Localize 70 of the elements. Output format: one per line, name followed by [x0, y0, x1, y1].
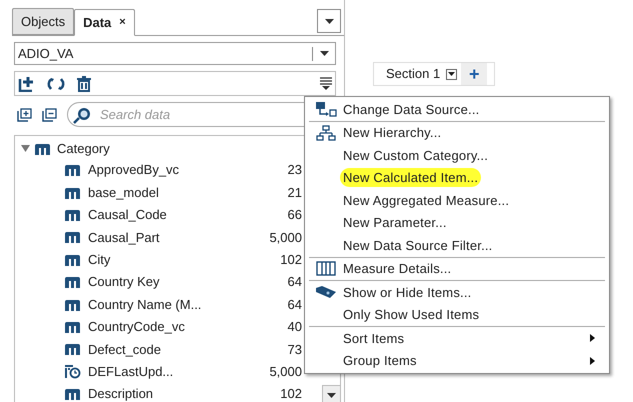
add-item-icon[interactable]	[18, 76, 36, 92]
category-icon	[64, 186, 81, 199]
data-item[interactable]: base_model	[88, 182, 159, 202]
data-source-icon	[315, 101, 337, 118]
menu-item[interactable]: New Custom Category...	[309, 144, 605, 166]
add-section-button[interactable]: +	[461, 63, 488, 85]
data-item[interactable]: City	[88, 250, 110, 270]
data-item[interactable]: Causal_Code	[88, 205, 167, 225]
refresh-icon[interactable]	[46, 76, 66, 90]
submenu-arrow-icon	[590, 356, 595, 365]
caret-down-icon	[320, 51, 328, 56]
category-icon	[64, 320, 81, 333]
category-icon	[64, 276, 81, 288]
item-count: 102	[279, 385, 302, 402]
menu-icon[interactable]	[320, 77, 332, 90]
tab[interactable]: Objects	[12, 8, 74, 35]
menu-item[interactable]: New Aggregated Measure...	[309, 189, 605, 212]
data-item[interactable]: CountryCode_vc	[88, 317, 185, 337]
menu-item[interactable]: Group Items	[309, 350, 605, 372]
data-source-dropdown[interactable]: ADIO_VA	[14, 42, 336, 65]
caret-down-icon	[448, 72, 456, 76]
item-count: 64	[286, 296, 302, 314]
category-icon	[64, 343, 81, 356]
menu-item[interactable]: Show or Hide Items...	[309, 281, 605, 304]
panel-menu-button[interactable]	[317, 9, 341, 33]
menu-item[interactable]: New Calculated Item...	[309, 166, 605, 189]
hierarchy-icon	[316, 124, 336, 141]
menu-item[interactable]: Only Show Used Items	[309, 304, 605, 326]
category-icon	[64, 388, 81, 400]
data-item[interactable]: Causal_Part	[88, 228, 160, 248]
caret-down-icon	[327, 393, 336, 398]
data-item[interactable]: Description	[88, 384, 154, 402]
data-item[interactable]: ApprovedBy_vc	[88, 160, 180, 180]
menu-item[interactable]: New Parameter...	[309, 212, 605, 234]
item-count: 21	[286, 184, 302, 202]
category-icon	[64, 254, 81, 266]
close-button[interactable]: ×	[119, 14, 126, 31]
columns-icon	[316, 261, 336, 276]
calendar-clock-icon	[64, 364, 81, 380]
folder-label[interactable]: Category	[57, 139, 110, 159]
data-item[interactable]: Country Name (M...	[88, 294, 202, 314]
menu-item[interactable]: Measure Details...	[309, 258, 605, 280]
data-item[interactable]: DEFLastUpd...	[88, 362, 174, 382]
dropdown-button[interactable]	[446, 68, 458, 80]
data-item[interactable]: Defect_code	[88, 340, 161, 360]
tab[interactable]: Data ×	[74, 9, 135, 36]
menu-item[interactable]: Sort Items	[309, 327, 605, 350]
section-tab[interactable]: Section 1	[374, 63, 462, 85]
caret-down-icon	[324, 18, 334, 24]
item-count: 23	[286, 161, 302, 180]
item-count: 5,000	[268, 228, 302, 247]
category-icon	[64, 298, 81, 311]
collapse-all-icon[interactable]	[42, 108, 57, 122]
item-count: 73	[286, 340, 302, 359]
item-count: 64	[286, 273, 302, 292]
item-count: 102	[279, 251, 302, 269]
data-item[interactable]: Country Key	[88, 272, 160, 292]
submenu-arrow-icon	[590, 334, 595, 342]
category-icon	[64, 164, 81, 176]
menu-item[interactable]: New Data Source Filter...	[309, 234, 605, 256]
category-icon	[34, 143, 51, 155]
expand-triangle-icon[interactable]	[21, 145, 30, 153]
category-icon	[64, 208, 81, 221]
expand-all-icon[interactable]	[17, 108, 32, 122]
item-count: 40	[286, 318, 302, 336]
item-count: 66	[286, 206, 302, 224]
item-count: 5,000	[268, 362, 302, 381]
scroll-down-button[interactable]	[322, 385, 340, 402]
category-icon	[64, 231, 81, 244]
trash-icon[interactable]	[76, 76, 92, 92]
